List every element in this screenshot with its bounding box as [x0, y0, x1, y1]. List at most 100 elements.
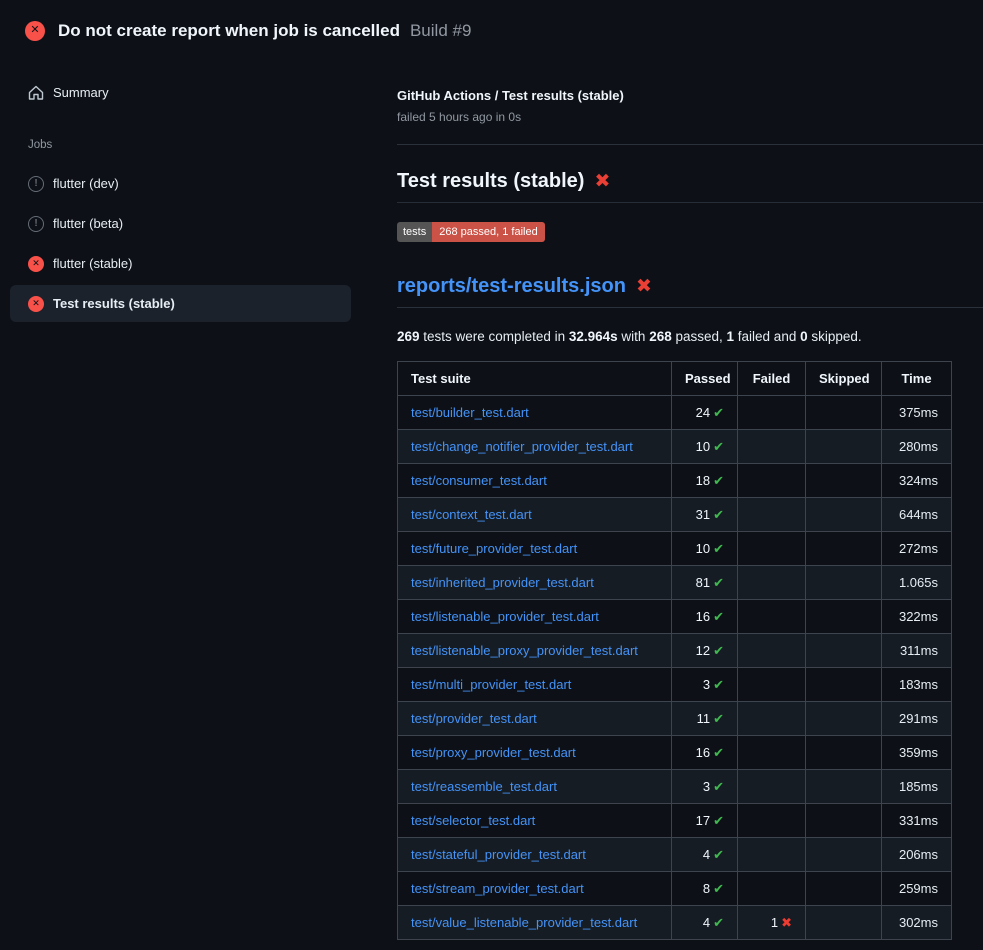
test-suite-link[interactable]: test/stateful_provider_test.dart	[411, 847, 586, 862]
failed-x-icon: ✖	[636, 277, 652, 296]
sidebar-item-label: flutter (dev)	[53, 176, 119, 191]
report-file-heading: reports/test-results.json ✖	[397, 275, 983, 308]
failed-status-icon: ✕	[28, 296, 44, 312]
test-suite-link[interactable]: test/consumer_test.dart	[411, 473, 547, 488]
check-icon: ✔	[713, 405, 724, 420]
passed-value: 24	[696, 405, 710, 420]
time-value: 185ms	[882, 770, 952, 804]
time-value: 272ms	[882, 532, 952, 566]
sidebar-item-label: Summary	[53, 85, 109, 100]
passed-value: 3	[703, 779, 710, 794]
test-suite-link[interactable]: test/inherited_provider_test.dart	[411, 575, 594, 590]
table-row: test/value_listenable_provider_test.dart…	[398, 906, 952, 940]
check-run-content: GitHub Actions / Test results (stable) f…	[397, 56, 983, 940]
table-row: test/stream_provider_test.dart 8✔ 259ms	[398, 872, 952, 906]
check-icon: ✔	[713, 779, 724, 794]
skipped-value	[806, 498, 882, 532]
skipped-value	[806, 906, 882, 940]
passed-value: 17	[696, 813, 710, 828]
passed-value: 4	[703, 847, 710, 862]
cancelled-icon: !	[28, 176, 44, 192]
check-title-text: Test results (stable)	[397, 170, 584, 193]
time-value: 280ms	[882, 430, 952, 464]
test-suite-link[interactable]: test/reassemble_test.dart	[411, 779, 557, 794]
test-suite-link[interactable]: test/provider_test.dart	[411, 711, 537, 726]
sidebar-item-flutter-beta[interactable]: ! flutter (beta)	[10, 205, 351, 242]
skipped-value	[806, 600, 882, 634]
test-suite-link[interactable]: test/future_provider_test.dart	[411, 541, 577, 556]
table-row: test/listenable_proxy_provider_test.dart…	[398, 634, 952, 668]
test-suite-link[interactable]: test/listenable_provider_test.dart	[411, 609, 599, 624]
check-icon: ✔	[713, 745, 724, 760]
sidebar-item-test-results-stable[interactable]: ✕ Test results (stable)	[10, 285, 351, 322]
skipped-value	[806, 838, 882, 872]
test-suite-link[interactable]: test/multi_provider_test.dart	[411, 677, 571, 692]
badge-value: 268 passed, 1 failed	[432, 222, 544, 242]
table-row: test/builder_test.dart 24✔ 375ms	[398, 396, 952, 430]
breadcrumb: GitHub Actions / Test results (stable)	[397, 88, 983, 103]
check-icon: ✔	[713, 711, 724, 726]
column-header-time: Time	[882, 362, 952, 396]
skipped-value	[806, 464, 882, 498]
summary-text: passed,	[672, 329, 727, 344]
skipped-value	[806, 702, 882, 736]
failed-status-icon: ✕	[25, 21, 45, 41]
test-suite-link[interactable]: test/change_notifier_provider_test.dart	[411, 439, 633, 454]
test-suite-link[interactable]: test/context_test.dart	[411, 507, 532, 522]
time-value: 1.065s	[882, 566, 952, 600]
check-icon: ✔	[713, 677, 724, 692]
total-tests-count: 269	[397, 329, 420, 344]
table-row: test/future_provider_test.dart 10✔ 272ms	[398, 532, 952, 566]
sidebar: Summary Jobs ! flutter (dev) ! flutter (…	[10, 56, 351, 940]
table-row: test/multi_provider_test.dart 3✔ 183ms	[398, 668, 952, 702]
failed-count: 1	[727, 329, 735, 344]
cancelled-icon: !	[28, 216, 44, 232]
page-title: Do not create report when job is cancell…	[58, 21, 400, 41]
badge-label: tests	[397, 222, 432, 242]
sidebar-item-flutter-stable[interactable]: ✕ flutter (stable)	[10, 245, 351, 282]
sidebar-item-summary[interactable]: Summary	[10, 74, 351, 111]
test-suite-link[interactable]: test/stream_provider_test.dart	[411, 881, 584, 896]
time-value: 311ms	[882, 634, 952, 668]
table-row: test/context_test.dart 31✔ 644ms	[398, 498, 952, 532]
table-row: test/change_notifier_provider_test.dart …	[398, 430, 952, 464]
summary-text: with	[618, 329, 650, 344]
summary-text: tests were completed in	[420, 329, 569, 344]
passed-value: 3	[703, 677, 710, 692]
skipped-value	[806, 396, 882, 430]
table-row: test/stateful_provider_test.dart 4✔ 206m…	[398, 838, 952, 872]
check-icon: ✔	[713, 575, 724, 590]
time-value: 324ms	[882, 464, 952, 498]
summary-text: failed and	[734, 329, 800, 344]
check-icon: ✔	[713, 813, 724, 828]
failed-x-icon: ✖	[594, 172, 610, 191]
report-file-link[interactable]: reports/test-results.json	[397, 275, 626, 298]
check-icon: ✔	[713, 439, 724, 454]
time-value: 331ms	[882, 804, 952, 838]
test-suite-link[interactable]: test/selector_test.dart	[411, 813, 535, 828]
passed-value: 8	[703, 881, 710, 896]
skipped-value	[806, 668, 882, 702]
test-suite-link[interactable]: test/proxy_provider_test.dart	[411, 745, 576, 760]
check-icon: ✔	[713, 473, 724, 488]
failed-value: 1	[771, 915, 778, 930]
passed-value: 12	[696, 643, 710, 658]
test-suite-link[interactable]: test/value_listenable_provider_test.dart	[411, 915, 637, 930]
check-icon: ✔	[713, 881, 724, 896]
time-value: 322ms	[882, 600, 952, 634]
skipped-value	[806, 804, 882, 838]
x-icon: ✖	[781, 915, 792, 930]
time-value: 359ms	[882, 736, 952, 770]
test-suite-link[interactable]: test/builder_test.dart	[411, 405, 529, 420]
column-header-test-suite: Test suite	[398, 362, 672, 396]
test-suite-link[interactable]: test/listenable_proxy_provider_test.dart	[411, 643, 638, 658]
sidebar-item-flutter-dev[interactable]: ! flutter (dev)	[10, 165, 351, 202]
passed-value: 10	[696, 439, 710, 454]
skipped-value	[806, 430, 882, 464]
skipped-value	[806, 566, 882, 600]
time-value: 259ms	[882, 872, 952, 906]
check-icon: ✔	[713, 847, 724, 862]
passed-value: 31	[696, 507, 710, 522]
check-icon: ✔	[713, 541, 724, 556]
passed-value: 18	[696, 473, 710, 488]
